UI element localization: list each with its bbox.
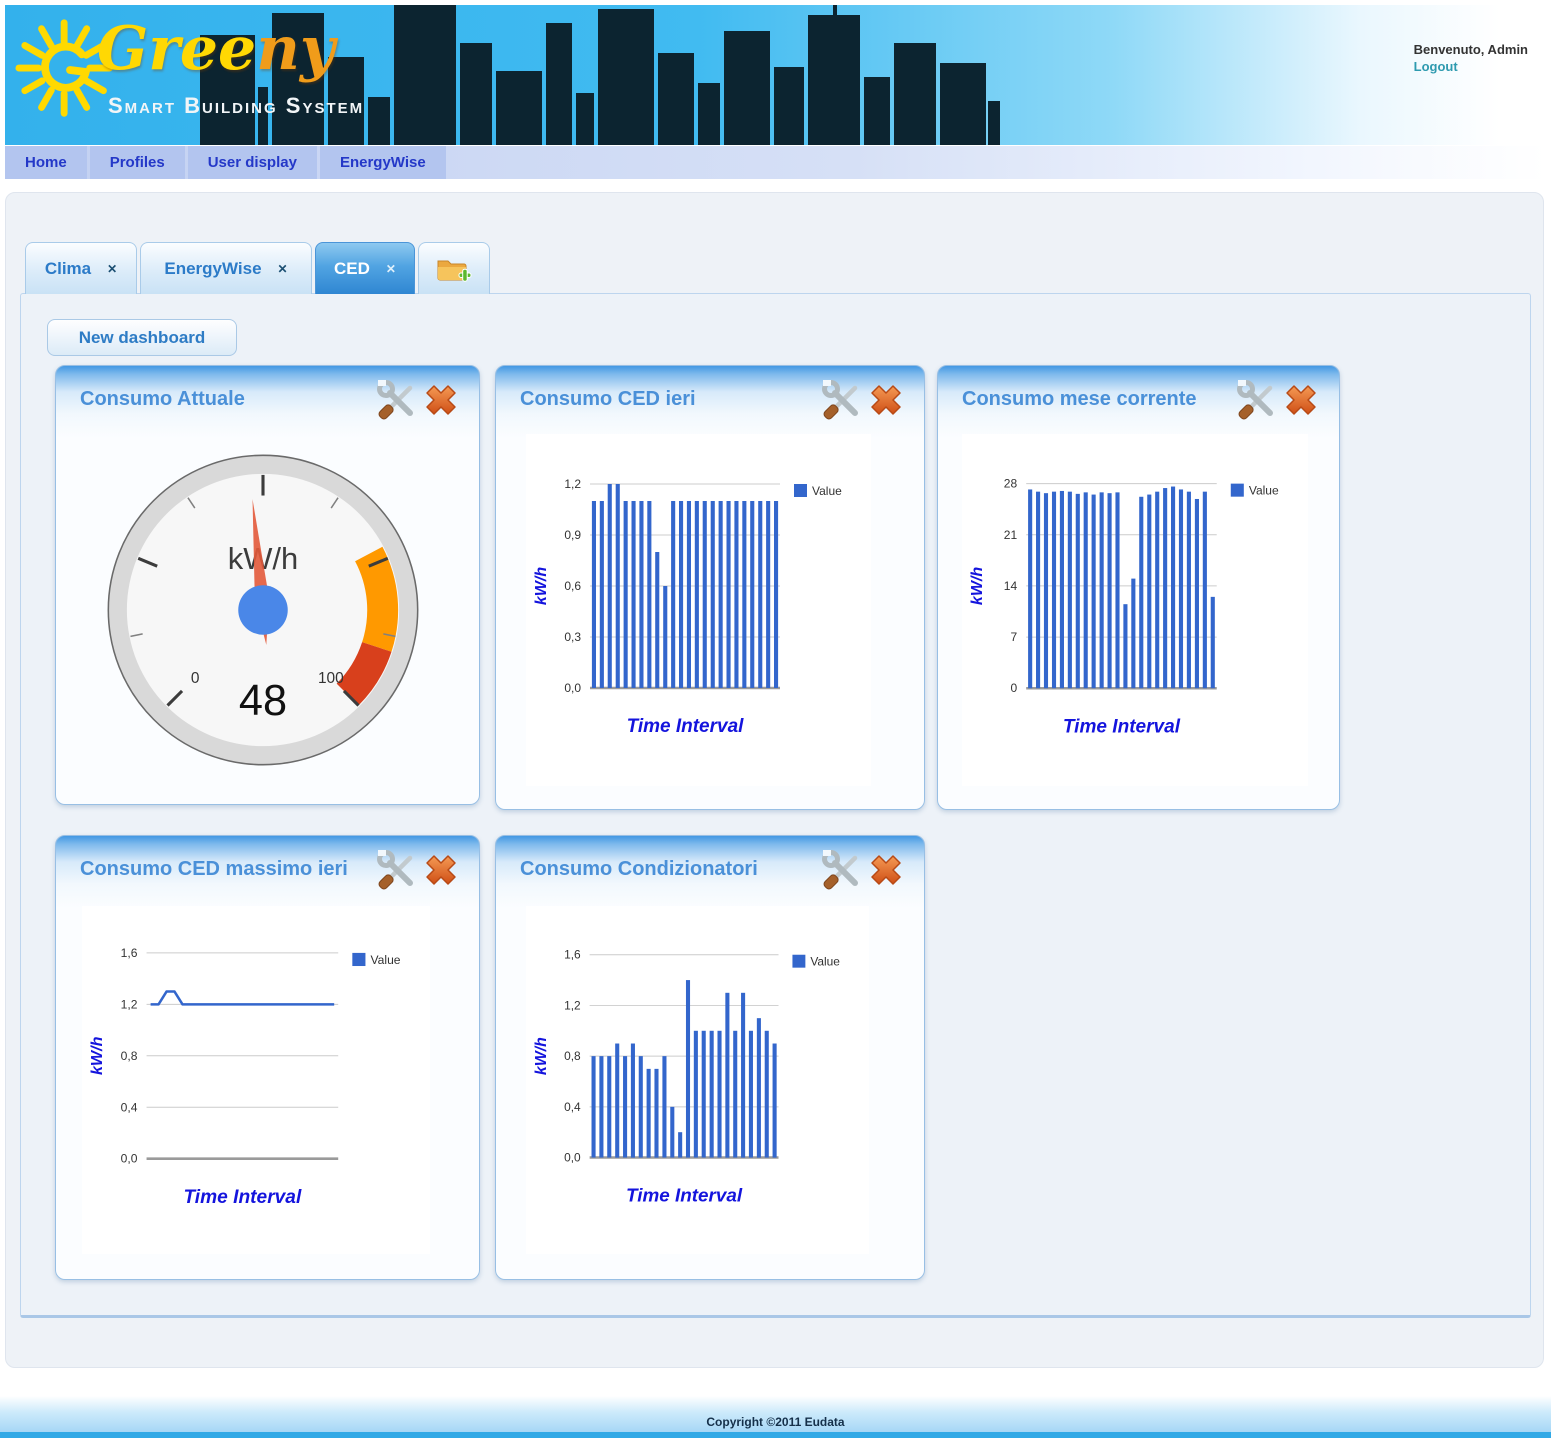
svg-text:Value: Value bbox=[810, 955, 840, 969]
svg-text:Value: Value bbox=[370, 953, 400, 967]
widget-title: Consumo Condizionatori bbox=[520, 858, 758, 881]
svg-text:0,6: 0,6 bbox=[564, 579, 581, 593]
svg-text:28: 28 bbox=[1004, 477, 1018, 491]
widget-settings-icon[interactable] bbox=[820, 850, 864, 890]
app-header: Greeny Smart Building System Benvenuto, … bbox=[5, 5, 1546, 145]
main-nav: Home Profiles User display EnergyWise bbox=[5, 146, 1546, 179]
widget-close-icon[interactable] bbox=[1279, 380, 1323, 420]
nav-item-home[interactable]: Home bbox=[5, 146, 87, 179]
widget-settings-icon[interactable] bbox=[1235, 380, 1279, 420]
svg-text:Value: Value bbox=[1249, 484, 1279, 498]
widget-consumo-ced-ieri: Consumo CED ieri 0,0 0,3 0,6 0,9 1,2 Value kW/… bbox=[495, 365, 925, 810]
new-dashboard-button[interactable]: New dashboard bbox=[47, 319, 237, 356]
logo-title: Greeny bbox=[97, 19, 335, 79]
widget-settings-icon[interactable] bbox=[820, 380, 864, 420]
tab-energywise-close-icon[interactable]: ✕ bbox=[278, 262, 288, 276]
widget-close-icon[interactable] bbox=[419, 850, 463, 890]
svg-text:7: 7 bbox=[1010, 630, 1017, 644]
svg-text:1,2: 1,2 bbox=[564, 998, 581, 1012]
widget-settings-icon[interactable] bbox=[375, 850, 419, 890]
logout-link[interactable]: Logout bbox=[1414, 58, 1528, 75]
page: Greeny Smart Building System Benvenuto, … bbox=[0, 0, 1551, 1438]
logo-title-part1: Gree bbox=[97, 14, 256, 84]
widget-title: Consumo CED ieri bbox=[520, 388, 696, 411]
line-chart-consumo-ced-massimo-ieri: 0,0 0,4 0,8 1,2 1,6 Value kW/h Time Interval bbox=[82, 906, 430, 1254]
svg-text:0,8: 0,8 bbox=[121, 1049, 138, 1063]
svg-text:Time Interval: Time Interval bbox=[627, 716, 745, 737]
tab-energywise[interactable]: EnergyWise ✕ bbox=[140, 242, 312, 294]
widget-consumo-attuale: Consumo Attuale 0100kW/h48 bbox=[55, 365, 480, 805]
tab-clima-close-icon[interactable]: ✕ bbox=[107, 262, 117, 276]
widget-title: Consumo CED massimo ieri bbox=[80, 858, 348, 881]
footer-accent-strip bbox=[0, 1432, 1551, 1438]
bar-chart-consumo-condizionatori: 0,0 0,4 0,8 1,2 1,6 Value kW/h Time Interval bbox=[526, 906, 869, 1254]
tab-ced[interactable]: CED ✕ bbox=[315, 242, 415, 294]
svg-text:0,0: 0,0 bbox=[564, 681, 581, 695]
svg-text:Time Interval: Time Interval bbox=[183, 1187, 302, 1208]
svg-text:1,2: 1,2 bbox=[121, 997, 138, 1011]
svg-text:48: 48 bbox=[239, 677, 287, 725]
svg-text:kW/h: kW/h bbox=[533, 567, 550, 605]
svg-text:0: 0 bbox=[191, 670, 200, 687]
svg-text:0,4: 0,4 bbox=[121, 1100, 138, 1114]
svg-text:0,0: 0,0 bbox=[564, 1151, 581, 1165]
widget-title: Consumo Attuale bbox=[80, 388, 245, 411]
svg-text:0: 0 bbox=[1010, 681, 1017, 695]
bar-chart-consumo-ced-ieri: 0,0 0,3 0,6 0,9 1,2 Value kW/h Time Interval bbox=[526, 434, 871, 786]
nav-item-profiles[interactable]: Profiles bbox=[90, 146, 185, 179]
widget-consumo-condizionatori: Consumo Condizionatori 0,0 0,4 0,8 1,2 1,6 Va… bbox=[495, 835, 925, 1280]
user-box: Benvenuto, Admin Logout bbox=[1414, 41, 1528, 75]
widget-consumo-ced-massimo-ieri: Consumo CED massimo ieri 0,0 0,4 0,8 1,2 1,6… bbox=[55, 835, 480, 1280]
welcome-text: Benvenuto, Admin bbox=[1414, 41, 1528, 58]
widget-settings-icon[interactable] bbox=[375, 380, 419, 420]
svg-text:0,9: 0,9 bbox=[564, 528, 581, 542]
svg-text:1,2: 1,2 bbox=[564, 477, 581, 491]
svg-text:Value: Value bbox=[812, 484, 842, 498]
new-tab-button[interactable] bbox=[418, 242, 490, 294]
tab-clima[interactable]: Clima ✕ bbox=[25, 242, 137, 294]
widget-close-icon[interactable] bbox=[864, 850, 908, 890]
nav-item-user-display[interactable]: User display bbox=[188, 146, 317, 179]
tab-ced-close-icon[interactable]: ✕ bbox=[386, 262, 396, 276]
tab-clima-label: Clima bbox=[45, 259, 91, 279]
tab-energywise-label: EnergyWise bbox=[164, 259, 261, 279]
widget-close-icon[interactable] bbox=[419, 380, 463, 420]
tab-ced-label: CED bbox=[334, 259, 370, 279]
svg-text:0,0: 0,0 bbox=[121, 1152, 138, 1166]
gauge-consumo-attuale: 0100kW/h48 bbox=[98, 440, 428, 780]
svg-text:Time Interval: Time Interval bbox=[626, 1185, 743, 1206]
bar-chart-consumo-mese-corrente: 0 7 14 21 28 Value kW/h Time Interval bbox=[962, 434, 1308, 786]
svg-text:Time Interval: Time Interval bbox=[1063, 716, 1181, 737]
svg-text:kW/h: kW/h bbox=[533, 1037, 550, 1075]
logo-subtitle: Smart Building System bbox=[108, 93, 364, 119]
svg-text:14: 14 bbox=[1004, 579, 1018, 593]
footer: Copyright ©2011 Eudata bbox=[0, 1396, 1551, 1432]
svg-text:1,6: 1,6 bbox=[121, 946, 138, 960]
svg-text:kW/h: kW/h bbox=[88, 1036, 106, 1075]
folder-add-icon bbox=[436, 255, 472, 283]
svg-text:0,4: 0,4 bbox=[564, 1100, 581, 1114]
svg-text:kW/h: kW/h bbox=[968, 567, 986, 606]
svg-text:100: 100 bbox=[318, 670, 344, 687]
widget-consumo-mese-corrente: Consumo mese corrente 0 7 14 21 28 Value kW/h T… bbox=[937, 365, 1340, 810]
nav-item-energywise[interactable]: EnergyWise bbox=[320, 146, 446, 179]
widget-title: Consumo mese corrente bbox=[962, 388, 1197, 411]
logo-title-part2: ny bbox=[256, 14, 335, 84]
svg-text:0,3: 0,3 bbox=[564, 630, 581, 644]
widget-close-icon[interactable] bbox=[864, 380, 908, 420]
svg-text:21: 21 bbox=[1004, 528, 1018, 542]
svg-text:0,8: 0,8 bbox=[564, 1049, 581, 1063]
footer-copyright: Copyright ©2011 Eudata bbox=[706, 1415, 844, 1432]
svg-text:1,6: 1,6 bbox=[564, 948, 581, 962]
